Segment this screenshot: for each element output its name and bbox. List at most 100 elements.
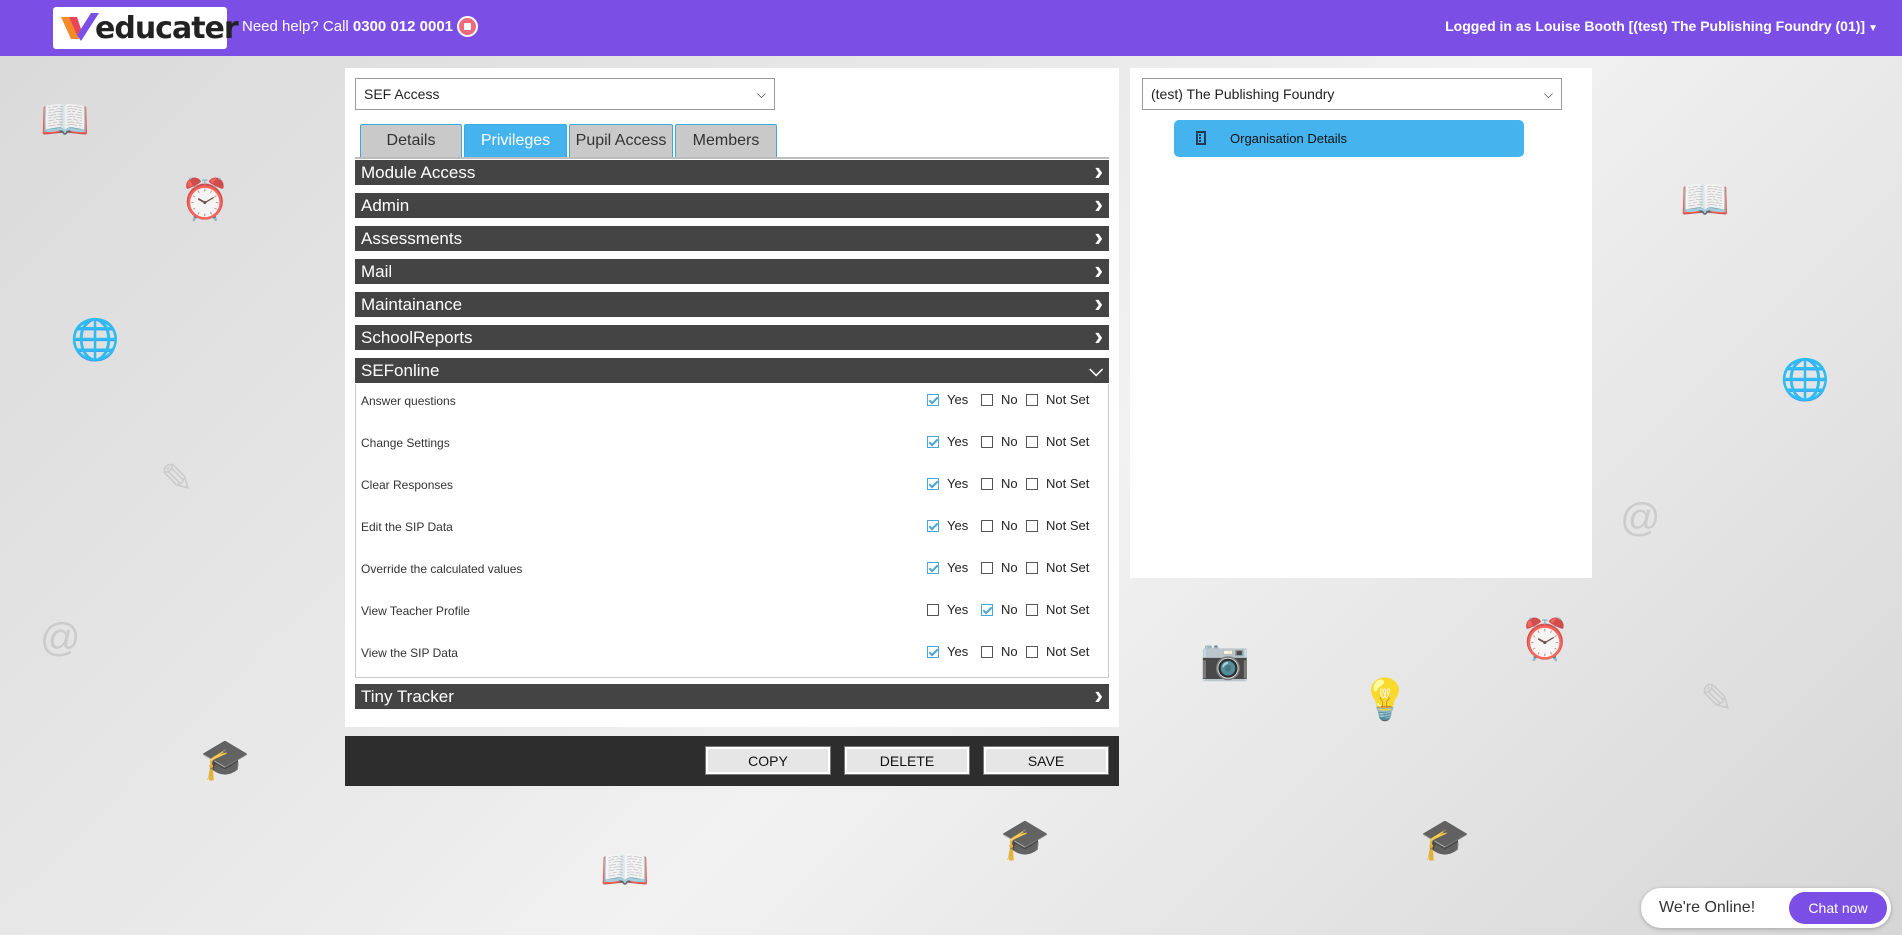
privilege-option-yes[interactable]: Yes [927, 560, 968, 575]
privilege-option-no[interactable]: No [981, 392, 1018, 407]
privilege-option-not-set[interactable]: Not Set [1026, 434, 1089, 449]
clock-icon: ⏰ [180, 178, 230, 222]
chevron-right-icon [1094, 294, 1103, 317]
graduation-cap-icon: 🎓 [1000, 818, 1050, 862]
option-label: No [1001, 602, 1018, 617]
checkbox-yes[interactable] [927, 603, 939, 616]
chevron-down-icon: ⌵ [756, 87, 766, 101]
chat-now-button[interactable]: Chat now [1789, 892, 1887, 924]
privilege-name: Edit the SIP Data [361, 520, 453, 534]
help-line: Need help? Call 0300 012 0001 [242, 18, 453, 35]
option-label: Yes [947, 602, 969, 617]
privilege-option-not-set[interactable]: Not Set [1026, 602, 1089, 617]
checkbox-no[interactable] [981, 561, 993, 574]
privilege-name: View Teacher Profile [361, 604, 470, 618]
privilege-option-no[interactable]: No [981, 476, 1018, 491]
option-label: Yes [947, 434, 969, 449]
privilege-option-no[interactable]: No [981, 518, 1018, 533]
privilege-option-not-set[interactable]: Not Set [1026, 560, 1089, 575]
tab-pupil-access[interactable]: Pupil Access [569, 124, 673, 157]
privilege-option-yes[interactable]: Yes [927, 434, 968, 449]
privilege-option-no[interactable]: No [981, 434, 1018, 449]
section-tiny-tracker[interactable]: Tiny Tracker [355, 684, 1109, 709]
privilege-option-no[interactable]: No [981, 644, 1018, 659]
caret-down-icon: ▼ [1868, 23, 1878, 34]
tab-privileges[interactable]: Privileges [464, 124, 567, 157]
checkbox-no[interactable] [981, 603, 993, 616]
section-assessments[interactable]: Assessments [355, 226, 1109, 251]
section-module-access[interactable]: Module Access [355, 160, 1109, 185]
privilege-option-yes[interactable]: Yes [927, 392, 968, 407]
at-icon: @ [40, 616, 81, 660]
user-menu[interactable]: Logged in as Louise Booth [(test) The Pu… [1445, 18, 1878, 34]
clock-icon: ⏰ [1520, 618, 1570, 662]
organisation-select[interactable]: (test) The Publishing Foundry ⌵ [1142, 78, 1562, 110]
educater-logo[interactable]: educater [53, 7, 239, 49]
tab-label: Members [692, 132, 760, 149]
role-select-value: SEF Access [364, 86, 440, 102]
checkbox-not-set[interactable] [1026, 645, 1038, 658]
privilege-option-not-set[interactable]: Not Set [1026, 476, 1089, 491]
section-label: SchoolReports [361, 327, 473, 347]
tab-label: Privileges [480, 132, 551, 149]
checkbox-yes[interactable] [927, 477, 939, 490]
privilege-name: View the SIP Data [361, 646, 458, 660]
checkbox-yes[interactable] [927, 561, 939, 574]
privilege-option-not-set[interactable]: Not Set [1026, 518, 1089, 533]
privilege-option-not-set[interactable]: Not Set [1026, 644, 1089, 659]
privilege-option-no[interactable]: No [981, 602, 1018, 617]
privilege-row: View the SIP Data Yes No Not Set [356, 642, 1108, 662]
section-label: SEFonline [361, 360, 440, 380]
checkbox-no[interactable] [981, 645, 993, 658]
tab-details[interactable]: Details [360, 124, 462, 157]
privilege-option-not-set[interactable]: Not Set [1026, 392, 1089, 407]
camera-icon: 📷 [1200, 638, 1250, 682]
tab-members[interactable]: Members [675, 124, 777, 157]
chevron-right-icon [1094, 195, 1103, 218]
privilege-option-yes[interactable]: Yes [927, 644, 968, 659]
checkbox-not-set[interactable] [1026, 603, 1038, 616]
organisation-details-button[interactable]: Organisation Details [1174, 120, 1524, 157]
checkbox-no[interactable] [981, 477, 993, 490]
checkbox-no[interactable] [981, 519, 993, 532]
checkbox-not-set[interactable] [1026, 435, 1038, 448]
section-maintainance[interactable]: Maintainance [355, 292, 1109, 317]
checkbox-not-set[interactable] [1026, 519, 1038, 532]
group-editor-panel: SEF Access ⌵ Details Privileges Pupil Ac… [345, 68, 1119, 727]
section-label: Module Access [361, 162, 476, 182]
checkbox-not-set[interactable] [1026, 477, 1038, 490]
privilege-option-yes[interactable]: Yes [927, 602, 968, 617]
option-label: No [1001, 392, 1018, 407]
checkbox-yes[interactable] [927, 435, 939, 448]
tab-label: Details [386, 132, 436, 149]
checkbox-yes[interactable] [927, 393, 939, 406]
option-label: Not Set [1046, 434, 1090, 449]
save-button[interactable]: SAVE [983, 746, 1109, 775]
help-phone: 0300 012 0001 [352, 18, 454, 35]
checkbox-not-set[interactable] [1026, 393, 1038, 406]
chevron-right-icon [1094, 686, 1103, 709]
option-label: No [1001, 644, 1018, 659]
section-mail[interactable]: Mail [355, 259, 1109, 284]
privilege-option-yes[interactable]: Yes [927, 518, 968, 533]
privilege-option-no[interactable]: No [981, 560, 1018, 575]
checkbox-yes[interactable] [927, 645, 939, 658]
lamp-icon: 💡 [1360, 678, 1410, 722]
support-icon[interactable] [457, 16, 478, 37]
option-label: Yes [947, 560, 969, 575]
delete-button[interactable]: DELETE [844, 746, 970, 775]
checkbox-not-set[interactable] [1026, 561, 1038, 574]
role-select[interactable]: SEF Access ⌵ [355, 78, 775, 110]
privilege-option-yes[interactable]: Yes [927, 476, 968, 491]
checkbox-yes[interactable] [927, 519, 939, 532]
privilege-row: Edit the SIP Data Yes No Not Set [356, 516, 1108, 536]
section-label: Assessments [361, 228, 463, 248]
section-schoolreports[interactable]: SchoolReports [355, 325, 1109, 350]
checkbox-no[interactable] [981, 393, 993, 406]
checkbox-no[interactable] [981, 435, 993, 448]
organisation-panel: (test) The Publishing Foundry ⌵ Organisa… [1130, 68, 1592, 578]
section-admin[interactable]: Admin [355, 193, 1109, 218]
chevron-right-icon [1094, 162, 1103, 185]
section-sefonline[interactable]: SEFonline [355, 358, 1109, 383]
copy-button[interactable]: COPY [705, 746, 831, 775]
